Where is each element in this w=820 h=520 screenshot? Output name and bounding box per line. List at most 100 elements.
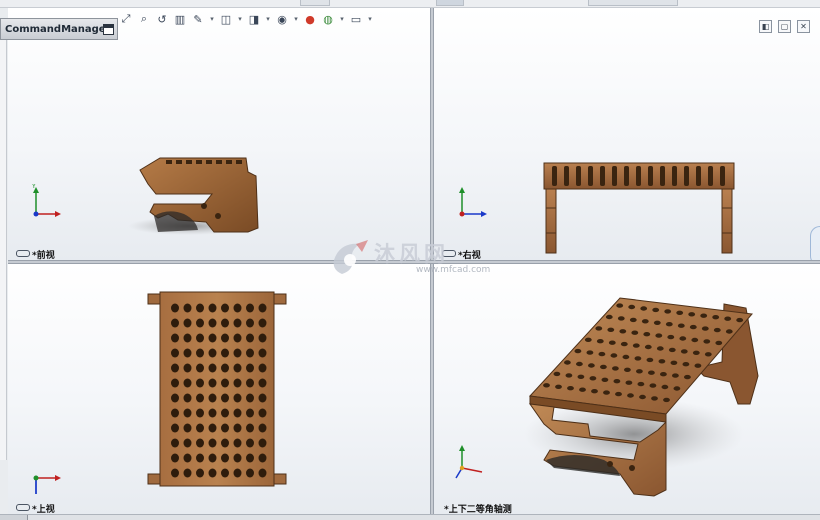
zoom-to-fit-icon[interactable]: ⤢	[118, 11, 134, 27]
chevron-down-icon[interactable]: ▾	[264, 11, 272, 27]
vent-slot	[576, 166, 581, 186]
vent-hole	[258, 333, 267, 343]
vent-hole	[553, 371, 561, 377]
vent-hole	[656, 346, 664, 351]
window-icon[interactable]	[103, 23, 114, 35]
view-settings-icon[interactable]: ▭	[348, 11, 364, 27]
vent-hole	[183, 468, 192, 478]
viewport-top[interactable]: *上视	[8, 264, 430, 514]
dynamic-annotation-icon[interactable]: ✎	[190, 11, 206, 27]
viewport-isometric[interactable]: *上下二等角轴测	[434, 264, 820, 514]
vent-hole	[595, 326, 603, 331]
vent-hole	[221, 468, 229, 478]
vent-hole	[196, 393, 204, 403]
vent-hole	[624, 367, 631, 372]
vent-hole	[736, 317, 744, 323]
view-orientation-icon[interactable]: ◫	[218, 11, 234, 27]
vent-hole	[233, 363, 242, 373]
vent-hole	[258, 318, 267, 328]
zoom-to-area-icon[interactable]: ⌕	[136, 11, 152, 27]
vent-hole	[246, 363, 254, 373]
vent-hole	[622, 354, 630, 360]
vent-hole	[171, 453, 179, 463]
vent-hole	[564, 360, 571, 365]
vent-hole	[183, 363, 192, 373]
vent-hole	[208, 423, 217, 433]
vent-hole	[688, 312, 696, 317]
view-display-icon[interactable]	[16, 250, 30, 257]
vent-hole	[183, 393, 192, 403]
viewport-close-icon[interactable]: ✕	[797, 20, 810, 33]
previous-view-icon[interactable]: ↺	[154, 11, 170, 27]
status-bar-tab[interactable]	[0, 515, 28, 520]
vent-hole	[208, 453, 217, 463]
vent-hole	[171, 408, 179, 418]
vent-hole	[643, 332, 651, 337]
apply-scene-icon[interactable]: ◍	[320, 11, 336, 27]
edit-appearance-icon[interactable]: ●	[302, 11, 318, 27]
section-view-icon[interactable]: ▥	[172, 11, 188, 27]
viewport-maximize-icon[interactable]: ▢	[778, 20, 791, 33]
vent-hole	[171, 393, 179, 403]
isometric-view-model	[524, 297, 759, 497]
right-view-model	[543, 162, 735, 254]
vent-hole	[670, 360, 678, 365]
vent-hole	[631, 330, 639, 335]
vent-hole	[648, 370, 655, 375]
view-display-icon[interactable]	[442, 250, 456, 257]
vent-hole	[233, 453, 242, 463]
vent-hole	[196, 318, 204, 328]
vent-hole	[646, 357, 654, 363]
vent-hole	[221, 333, 229, 343]
vent-slot	[564, 166, 569, 186]
vent-slot	[648, 166, 653, 186]
vent-hole	[171, 333, 179, 343]
vent-hole	[183, 318, 192, 328]
viewport-controls: ◧ ▢ ✕	[759, 20, 810, 33]
vent-hole	[196, 348, 204, 358]
vent-hole	[596, 339, 604, 344]
vent-hole	[636, 369, 643, 374]
vent-hole	[233, 438, 242, 448]
chevron-down-icon[interactable]: ▾	[338, 11, 346, 27]
chevron-down-icon[interactable]: ▾	[292, 11, 300, 27]
viewport-front[interactable]: Y *前视	[8, 8, 430, 260]
vent-hole	[208, 348, 217, 358]
vent-hole	[196, 423, 204, 433]
vent-hole	[171, 348, 179, 358]
vent-hole	[246, 393, 254, 403]
hide-show-items-icon[interactable]: ◉	[274, 11, 290, 27]
vent-hole	[246, 378, 254, 388]
vent-hole	[665, 322, 673, 327]
vent-hole	[589, 376, 597, 381]
rotate-handle[interactable]	[810, 226, 820, 260]
vent-hole	[171, 303, 179, 313]
vent-hole	[652, 307, 660, 313]
toolbar-tab[interactable]	[588, 0, 678, 6]
view-display-icon[interactable]	[16, 504, 30, 511]
toolbar-tab-active[interactable]	[436, 0, 464, 6]
vent-hole	[591, 389, 598, 394]
front-view-model	[128, 157, 259, 235]
command-manager-panel[interactable]: CommandManager	[0, 18, 118, 40]
vent-hole	[610, 353, 618, 358]
display-style-icon[interactable]: ◨	[246, 11, 262, 27]
vent-hole	[196, 468, 204, 478]
vent-hole	[715, 340, 723, 346]
toolbar-tab[interactable]	[300, 0, 330, 6]
vent-hole	[258, 348, 267, 358]
viewport-previous-icon[interactable]: ◧	[759, 20, 772, 33]
vent-hole	[632, 343, 640, 348]
viewport-splitter-vertical[interactable]	[430, 8, 434, 520]
vent-hole	[598, 351, 606, 357]
cad-application-window: Y *前视 ◧ ▢ ✕ *右视 *上视 *上下二等角轴测 CommandMana…	[0, 0, 820, 520]
chevron-down-icon[interactable]: ▾	[208, 11, 216, 27]
chevron-down-icon[interactable]: ▾	[366, 11, 374, 27]
chevron-down-icon[interactable]: ▾	[236, 11, 244, 27]
vent-hole	[171, 438, 179, 448]
feature-manager-collapsed-dock[interactable]	[0, 40, 7, 460]
vent-hole	[616, 303, 624, 308]
viewport-splitter-horizontal[interactable]	[8, 260, 820, 264]
viewport-right[interactable]: ◧ ▢ ✕ *右视	[434, 8, 820, 260]
vent-hole	[567, 386, 574, 391]
